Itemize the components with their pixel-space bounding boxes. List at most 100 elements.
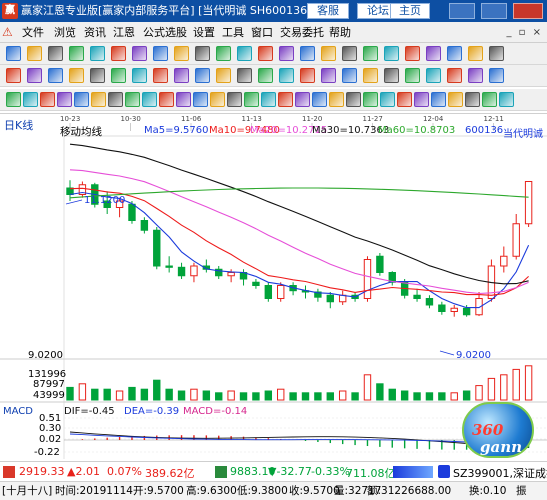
tb2-tool-3-icon[interactable]: [48, 68, 63, 83]
tb1-tool-17-icon[interactable]: [342, 46, 357, 61]
tb1-tool-5-icon[interactable]: [90, 46, 105, 61]
tb2-tool-22-icon[interactable]: [447, 68, 462, 83]
menu-browse[interactable]: 浏览: [54, 22, 76, 43]
tb2-tool-1-icon[interactable]: [6, 68, 21, 83]
tb1-tool-13-icon[interactable]: [258, 46, 273, 61]
tb3-tool-10-icon[interactable]: [159, 92, 174, 107]
tb3-tool-23-icon[interactable]: [380, 92, 395, 107]
tb2-tool-16-icon[interactable]: [321, 68, 336, 83]
sz-index-icon[interactable]: [215, 466, 227, 478]
tb1-tool-7-icon[interactable]: [132, 46, 147, 61]
tb3-tool-27-icon[interactable]: [448, 92, 463, 107]
tb2-tool-14-icon[interactable]: [279, 68, 294, 83]
tb3-tool-8-icon[interactable]: [125, 92, 140, 107]
tb1-tool-9-icon[interactable]: [174, 46, 189, 61]
chart-area[interactable]: 10-23 10-30 11-06 11-13 11-20 11-27 12-04 12-11…: [0, 113, 547, 459]
tb3-tool-3-icon[interactable]: [40, 92, 55, 107]
tb1-tool-11-icon[interactable]: [216, 46, 231, 61]
tb3-tool-24-icon[interactable]: [397, 92, 412, 107]
menu-formula[interactable]: 公式选股: [143, 22, 187, 43]
tb1-tool-6-icon[interactable]: [111, 46, 126, 61]
sh-index-icon[interactable]: [3, 466, 15, 478]
tb1-tool-3-icon[interactable]: [48, 46, 63, 61]
tb2-tool-17-icon[interactable]: [342, 68, 357, 83]
minimize-button[interactable]: [449, 3, 475, 19]
tb3-tool-12-icon[interactable]: [193, 92, 208, 107]
tb2-tool-15-icon[interactable]: [300, 68, 315, 83]
tb2-tool-5-icon[interactable]: [90, 68, 105, 83]
menu-news[interactable]: 资讯: [84, 22, 106, 43]
menu-help[interactable]: 帮助: [329, 22, 351, 43]
tb1-tool-16-icon[interactable]: [321, 46, 336, 61]
tb2-tool-13-icon[interactable]: [258, 68, 273, 83]
maximize-button[interactable]: [481, 3, 507, 19]
tb3-tool-21-icon[interactable]: [346, 92, 361, 107]
tb1-tool-8-icon[interactable]: [153, 46, 168, 61]
tb1-tool-15-icon[interactable]: [300, 46, 315, 61]
close-button[interactable]: [513, 3, 543, 19]
tb3-tool-16-icon[interactable]: [261, 92, 276, 107]
tb3-tool-4-icon[interactable]: [57, 92, 72, 107]
tb3-tool-13-icon[interactable]: [210, 92, 225, 107]
tb2-tool-4-icon[interactable]: [69, 68, 84, 83]
tb3-tool-26-icon[interactable]: [431, 92, 446, 107]
tb1-tool-20-icon[interactable]: [405, 46, 420, 61]
period-label[interactable]: 日K线: [4, 117, 33, 133]
menu-window[interactable]: 窗口: [251, 22, 273, 43]
tb1-tool-14-icon[interactable]: [279, 46, 294, 61]
tb3-tool-15-icon[interactable]: [244, 92, 259, 107]
tb3-tool-11-icon[interactable]: [176, 92, 191, 107]
tb3-tool-25-icon[interactable]: [414, 92, 429, 107]
tb3-tool-5-icon[interactable]: [74, 92, 89, 107]
tb3-tool-2-icon[interactable]: [23, 92, 38, 107]
tb2-tool-12-icon[interactable]: [237, 68, 252, 83]
tb1-tool-18-icon[interactable]: [363, 46, 378, 61]
tb2-tool-2-icon[interactable]: [27, 68, 42, 83]
tb1-tool-1-icon[interactable]: [6, 46, 21, 61]
tb1-tool-21-icon[interactable]: [426, 46, 441, 61]
tb2-tool-20-icon[interactable]: [405, 68, 420, 83]
tb3-tool-30-icon[interactable]: [499, 92, 514, 107]
tb2-tool-18-icon[interactable]: [363, 68, 378, 83]
tb1-tool-24-icon[interactable]: [489, 46, 504, 61]
tb1-tool-2-icon[interactable]: [27, 46, 42, 61]
tb3-tool-29-icon[interactable]: [482, 92, 497, 107]
tb3-tool-20-icon[interactable]: [329, 92, 344, 107]
tb2-tool-24-icon[interactable]: [489, 68, 504, 83]
tb3-tool-9-icon[interactable]: [142, 92, 157, 107]
tb3-tool-1-icon[interactable]: [6, 92, 21, 107]
tb2-tool-11-icon[interactable]: [216, 68, 231, 83]
menu-settings[interactable]: 设置: [193, 22, 215, 43]
tb2-tool-7-icon[interactable]: [132, 68, 147, 83]
tb1-tool-19-icon[interactable]: [384, 46, 399, 61]
tb3-tool-18-icon[interactable]: [295, 92, 310, 107]
tb2-tool-6-icon[interactable]: [111, 68, 126, 83]
tb3-tool-22-icon[interactable]: [363, 92, 378, 107]
right-index-name[interactable]: SZ399001,深证成指: [453, 465, 547, 481]
tb2-tool-23-icon[interactable]: [468, 68, 483, 83]
tb1-tool-23-icon[interactable]: [468, 46, 483, 61]
index-selector-icon[interactable]: [438, 465, 450, 478]
tb2-tool-10-icon[interactable]: [195, 68, 210, 83]
menu-gann[interactable]: 江恩: [113, 22, 135, 43]
mdi-controls[interactable]: _ ▫ ×: [506, 22, 543, 43]
tb2-tool-19-icon[interactable]: [384, 68, 399, 83]
menu-tools[interactable]: 工具: [222, 22, 244, 43]
menu-trade[interactable]: 交易委托: [280, 22, 324, 43]
tb1-tool-22-icon[interactable]: [447, 46, 462, 61]
macd-label[interactable]: MACD: [3, 406, 33, 417]
tb3-tool-6-icon[interactable]: [91, 92, 106, 107]
tb1-tool-4-icon[interactable]: [69, 46, 84, 61]
tb3-tool-7-icon[interactable]: [108, 92, 123, 107]
tb3-tool-28-icon[interactable]: [465, 92, 480, 107]
tb3-tool-19-icon[interactable]: [312, 92, 327, 107]
tb1-tool-12-icon[interactable]: [237, 46, 252, 61]
tb2-tool-21-icon[interactable]: [426, 68, 441, 83]
home-button[interactable]: 主页: [390, 3, 430, 19]
tb2-tool-9-icon[interactable]: [174, 68, 189, 83]
tb2-tool-8-icon[interactable]: [153, 68, 168, 83]
tb3-tool-14-icon[interactable]: [227, 92, 242, 107]
tb3-tool-17-icon[interactable]: [278, 92, 293, 107]
service-button[interactable]: 客服: [307, 3, 349, 19]
tb1-tool-10-icon[interactable]: [195, 46, 210, 61]
